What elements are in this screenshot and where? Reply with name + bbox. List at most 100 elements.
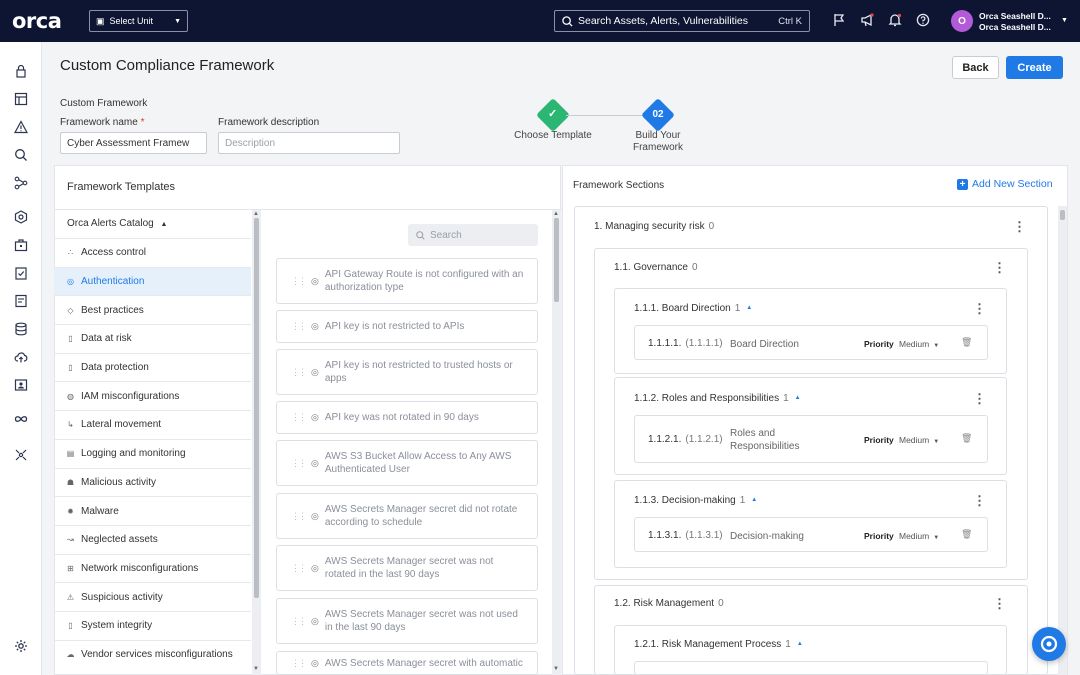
priority-select[interactable]: Medium ▼ (899, 339, 939, 349)
catalog-toggle[interactable]: Orca Alerts Catalog ▲ (67, 218, 167, 229)
sections-scrollbar-thumb[interactable] (1060, 210, 1065, 220)
global-search-input[interactable]: Search Assets, Alerts, Vulnerabilities C… (554, 10, 810, 32)
integrations-icon[interactable] (14, 448, 28, 462)
database-icon[interactable] (14, 322, 28, 336)
support-chat-button[interactable] (1032, 627, 1066, 661)
priority-select[interactable]: Medium ▼ (899, 435, 939, 445)
section-1-1-label[interactable]: 1.1. Governance 0 (614, 262, 698, 273)
back-button[interactable]: Back (952, 56, 999, 79)
collapse-icon[interactable]: ▲ (751, 497, 757, 503)
drag-handle-icon[interactable]: ⋮⋮ (291, 275, 307, 288)
alert-scrollbar-thumb[interactable] (554, 218, 559, 302)
alert-search-input[interactable]: Search (408, 224, 538, 246)
alert-card[interactable]: ⋮⋮ ◎ API key is not restricted to trusted … (276, 349, 538, 395)
report-icon[interactable] (14, 294, 28, 308)
scroll-up-icon[interactable]: ▲ (553, 211, 559, 217)
drag-handle-icon[interactable]: ⋮⋮ (291, 615, 307, 628)
section-1-1-1-label[interactable]: 1.1.1. Board Direction 1 ▲ (634, 303, 752, 314)
category-item[interactable]: ▤ Logging and monitoring (54, 438, 251, 468)
add-new-section-button[interactable]: + Add New Section (957, 178, 1053, 190)
help-icon[interactable] (916, 13, 930, 27)
category-item[interactable]: ∴ Access control (54, 238, 251, 267)
drag-handle-icon[interactable]: ⋮⋮ (291, 457, 307, 470)
more-menu-icon[interactable]: ⋮ (973, 302, 986, 315)
more-menu-icon[interactable]: ⋮ (1013, 220, 1026, 233)
framework-name-field[interactable] (60, 132, 207, 154)
category-item[interactable]: ▯ Data at risk (54, 324, 251, 353)
avatar[interactable]: O (951, 10, 973, 32)
alert-card[interactable]: ⋮⋮ ◎ API key is not restricted to APIs (276, 310, 538, 343)
category-item[interactable]: ▯ System integrity (54, 610, 251, 640)
flag-icon[interactable] (832, 13, 846, 27)
user-name[interactable]: Orca Seashell D... (979, 11, 1051, 21)
alert-card[interactable]: ⋮⋮ ◎ AWS Secrets Manager secret with autom… (276, 651, 538, 675)
section-1-label[interactable]: 1. Managing security risk 0 (594, 221, 714, 232)
section-1-1-2-label[interactable]: 1.1.2. Roles and Responsibilities 1 ▲ (634, 393, 801, 404)
shield-gear-icon[interactable] (14, 210, 28, 224)
category-item[interactable]: ↳ Lateral movement (54, 410, 251, 439)
unit-select[interactable]: ▣ Select Unit ▼ (89, 10, 188, 32)
trash-icon[interactable]: 🗑 (961, 337, 972, 348)
more-menu-icon[interactable]: ⋮ (973, 494, 986, 507)
cloud-upload-icon[interactable] (14, 350, 28, 364)
alert-card[interactable]: ⋮⋮ ◎ AWS Secrets Manager secret did not ro… (276, 493, 538, 539)
trash-icon[interactable]: 🗑 (961, 529, 972, 540)
create-button[interactable]: Create (1006, 56, 1063, 79)
drag-handle-icon[interactable]: ⋮⋮ (291, 510, 307, 523)
category-item[interactable]: ◇ Best practices (54, 295, 251, 324)
infinity-icon[interactable] (14, 412, 28, 426)
gear-icon[interactable] (14, 639, 28, 653)
trash-icon[interactable]: 🗑 (961, 433, 972, 444)
bell-icon[interactable] (888, 13, 902, 27)
search-icon[interactable] (14, 148, 28, 162)
suspicious-activity-icon: ⚠ (66, 592, 75, 602)
collapse-icon[interactable]: ▲ (746, 305, 752, 311)
collapse-icon[interactable]: ▲ (797, 641, 803, 647)
drag-handle-icon[interactable]: ⋮⋮ (291, 562, 307, 575)
category-item[interactable]: ✹ Malware (54, 496, 251, 525)
alert-card[interactable]: ⋮⋮ ◎ AWS Secrets Manager secret was not us… (276, 598, 538, 644)
alert-card[interactable]: ⋮⋮ ◎ API key was not rotated in 90 days (276, 401, 538, 434)
scroll-up-icon[interactable]: ▲ (253, 211, 259, 217)
framework-description-field[interactable] (218, 132, 400, 154)
category-item[interactable]: ◍ IAM misconfigurations (54, 381, 251, 410)
megaphone-icon[interactable] (860, 13, 874, 27)
drag-handle-icon[interactable]: ⋮⋮ (291, 657, 307, 670)
more-menu-icon[interactable]: ⋮ (973, 392, 986, 405)
more-menu-icon[interactable]: ⋮ (993, 261, 1006, 274)
more-menu-icon[interactable]: ⋮ (993, 597, 1006, 610)
category-item[interactable]: ▯ Data protection (54, 352, 251, 382)
category-label: System integrity (81, 620, 153, 632)
category-item[interactable]: ⚠ Suspicious activity (54, 582, 251, 611)
lock-icon[interactable] (14, 64, 28, 78)
category-item[interactable]: ↝ Neglected assets (54, 524, 251, 554)
category-item[interactable]: ⊞ Network misconfigurations (54, 553, 251, 583)
user-org[interactable]: Orca Seashell D... (979, 22, 1051, 32)
alert-card[interactable]: ⋮⋮ ◎ AWS S3 Bucket Allow Access to Any AWS… (276, 440, 538, 486)
section-1-2-label[interactable]: 1.2. Risk Management 0 (614, 598, 724, 609)
chevron-down-icon[interactable]: ▼ (1061, 17, 1068, 24)
alert-card[interactable]: ⋮⋮ ◎ API Gateway Route is not configured w… (276, 258, 538, 304)
category-item[interactable]: ☁ Vendor services misconfigurations (54, 639, 251, 669)
alert-card[interactable]: ⋮⋮ ◎ AWS Secrets Manager secret was not rot… (276, 545, 538, 591)
category-scrollbar-thumb[interactable] (254, 218, 259, 598)
graph-icon[interactable] (14, 176, 28, 190)
user-card-icon[interactable] (14, 378, 28, 392)
dashboard-icon[interactable] (14, 92, 28, 106)
scroll-down-icon[interactable]: ▼ (553, 666, 559, 672)
scroll-down-icon[interactable]: ▼ (253, 666, 259, 672)
priority-select[interactable]: Medium ▼ (899, 531, 939, 541)
collapse-icon[interactable]: ▲ (795, 395, 801, 401)
sections-scrollbar[interactable] (1058, 206, 1067, 675)
alert-icon[interactable] (14, 120, 28, 134)
orca-logo[interactable]: orca (12, 9, 62, 33)
drag-handle-icon[interactable]: ⋮⋮ (291, 320, 307, 333)
category-item[interactable]: ☗ Malicious activity (54, 467, 251, 497)
section-1-1-3-label[interactable]: 1.1.3. Decision-making 1 ▲ (634, 495, 757, 506)
checklist-icon[interactable] (14, 266, 28, 280)
drag-handle-icon[interactable]: ⋮⋮ (291, 411, 307, 424)
drag-handle-icon[interactable]: ⋮⋮ (291, 366, 307, 379)
briefcase-icon[interactable] (14, 238, 28, 252)
section-1-2-1-label[interactable]: 1.2.1. Risk Management Process 1 ▲ (634, 639, 803, 650)
category-item[interactable]: ◎ Authentication (54, 266, 251, 296)
